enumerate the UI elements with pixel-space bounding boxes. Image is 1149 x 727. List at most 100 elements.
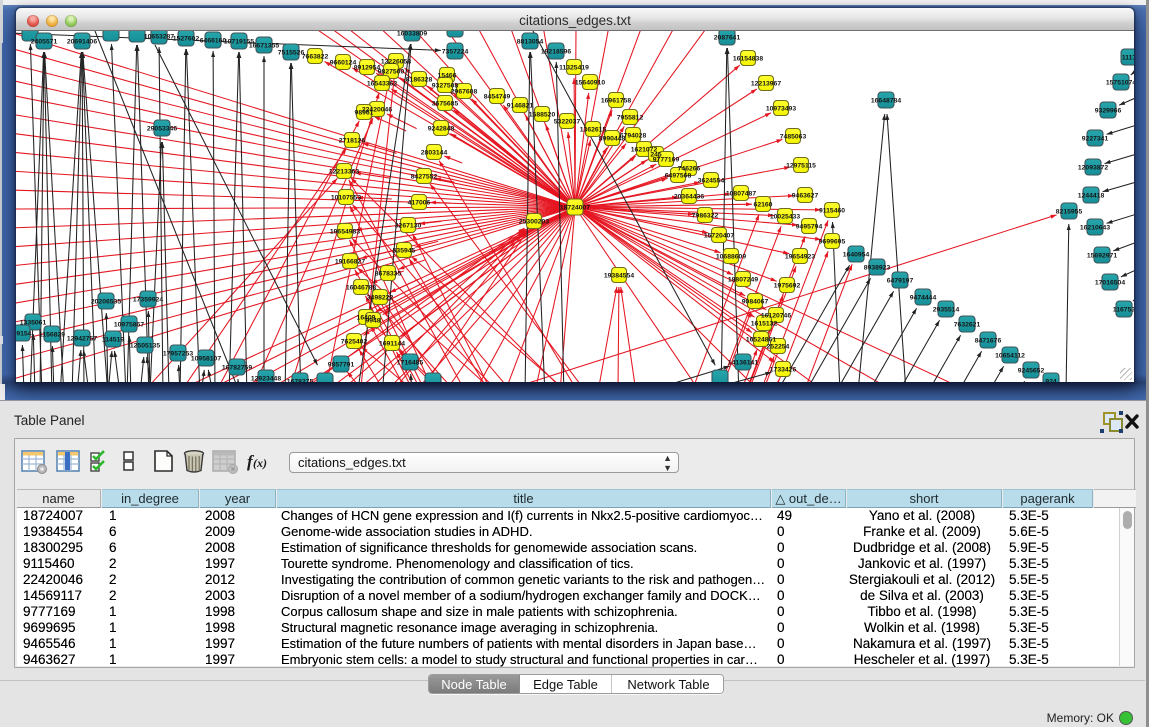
svg-text:9948: 9948 <box>365 317 380 324</box>
svg-text:16524861: 16524861 <box>746 336 776 343</box>
svg-text:10107553: 10107553 <box>331 194 361 201</box>
svg-text:535945: 535945 <box>393 247 416 254</box>
svg-text:8813054: 8813054 <box>517 38 544 45</box>
svg-text:9115460: 9115460 <box>819 207 845 214</box>
svg-text:19384554: 19384554 <box>604 272 634 279</box>
svg-text:2087641: 2087641 <box>714 34 741 41</box>
svg-text:7986322: 7986322 <box>692 212 719 219</box>
svg-text:11325419: 11325419 <box>559 64 589 71</box>
svg-text:15640910: 15640910 <box>575 79 605 86</box>
svg-text:8678335: 8678335 <box>375 270 402 277</box>
svg-text:12505135: 12505135 <box>130 342 160 349</box>
svg-text:16210643: 16210643 <box>1080 224 1110 231</box>
svg-text:1691144: 1691144 <box>379 340 405 347</box>
svg-text:417006: 417006 <box>408 199 431 206</box>
svg-text:1615132: 1615132 <box>751 320 778 327</box>
svg-text:3675685: 3675685 <box>432 100 459 107</box>
svg-text:14136141: 14136141 <box>728 359 758 366</box>
svg-text:6466160: 6466160 <box>200 37 227 44</box>
svg-text:10975867: 10975867 <box>114 321 144 328</box>
svg-text:116753: 116753 <box>1113 306 1134 313</box>
svg-text:9827500: 9827500 <box>378 68 405 75</box>
svg-text:924: 924 <box>1045 378 1057 382</box>
svg-text:17016504: 17016504 <box>1095 279 1125 286</box>
svg-text:7625402: 7625402 <box>341 338 368 345</box>
svg-text:62160: 62160 <box>754 201 773 208</box>
svg-text:16154838: 16154838 <box>733 55 763 62</box>
svg-text:8471676: 8471676 <box>975 337 1002 344</box>
svg-text:19166827: 19166827 <box>335 258 365 265</box>
svg-text:3498222: 3498222 <box>367 294 394 301</box>
svg-text:9084067: 9084067 <box>742 298 769 305</box>
svg-text:6794028: 6794028 <box>620 132 647 139</box>
svg-text:16961758: 16961758 <box>601 97 631 104</box>
svg-text:1335061: 1335061 <box>20 319 47 326</box>
svg-text:16033809: 16033809 <box>397 31 427 37</box>
svg-text:9146821: 9146821 <box>507 102 534 109</box>
svg-text:1975692: 1975692 <box>774 282 801 289</box>
svg-text:9245652: 9245652 <box>1018 367 1045 374</box>
svg-text:12093872: 12093872 <box>1078 164 1108 171</box>
svg-text:1678275: 1678275 <box>287 378 314 382</box>
svg-text:9227341: 9227341 <box>1082 135 1109 142</box>
svg-text:9242848: 9242848 <box>428 125 455 132</box>
svg-text:9777169: 9777169 <box>653 156 680 163</box>
svg-text:7485063: 7485063 <box>780 133 807 140</box>
svg-text:8454749: 8454749 <box>484 93 511 100</box>
svg-text:9495794: 9495794 <box>796 223 823 230</box>
svg-text:16046788: 16046788 <box>346 284 376 291</box>
svg-text:29053346: 29053346 <box>147 125 177 132</box>
svg-text:19218596: 19218596 <box>541 48 571 55</box>
svg-text:8427552: 8427552 <box>411 173 438 180</box>
svg-text:12213363: 12213363 <box>329 168 359 175</box>
svg-text:7515526: 7515526 <box>278 49 305 56</box>
svg-text:13226058: 13226058 <box>381 58 411 65</box>
svg-text:15692971: 15692971 <box>1087 252 1117 259</box>
svg-text:18724007: 18724007 <box>560 204 590 211</box>
svg-text:16671355: 16671355 <box>249 42 279 49</box>
svg-text:15720407: 15720407 <box>704 232 734 239</box>
svg-text:1716485: 1716485 <box>397 359 424 366</box>
svg-text:5322037: 5322037 <box>554 118 581 125</box>
svg-text:1156829: 1156829 <box>39 331 65 338</box>
svg-text:16782759: 16782759 <box>222 364 252 371</box>
svg-text:2967608: 2967608 <box>451 88 478 95</box>
svg-text:12942757: 12942757 <box>67 335 97 342</box>
svg-text:7357224: 7357224 <box>442 48 469 55</box>
svg-text:15466: 15466 <box>438 72 457 79</box>
svg-text:16648784: 16648784 <box>871 97 901 104</box>
svg-text:10973493: 10973493 <box>766 105 796 112</box>
svg-text:9463627: 9463627 <box>792 192 819 199</box>
svg-text:1117: 1117 <box>1122 54 1134 61</box>
svg-text:9699695: 9699695 <box>819 238 846 245</box>
svg-text:9474444: 9474444 <box>910 294 937 301</box>
svg-text:114519: 114519 <box>102 336 125 343</box>
svg-text:20691406: 20691406 <box>67 38 97 45</box>
svg-text:8215955: 8215955 <box>1056 208 1083 215</box>
svg-text:10025433: 10025433 <box>770 213 800 220</box>
svg-text:17359924: 17359924 <box>133 296 163 303</box>
svg-text:2405571: 2405571 <box>31 38 58 45</box>
svg-text:19654923: 19654923 <box>785 253 815 260</box>
svg-text:10688609: 10688609 <box>716 253 746 260</box>
svg-text:7663822: 7663822 <box>302 53 329 60</box>
svg-text:2718126: 2718126 <box>339 137 366 144</box>
svg-text:17957253: 17957253 <box>163 350 193 357</box>
svg-text:10653287: 10653287 <box>144 33 174 40</box>
svg-text:6497568: 6497568 <box>665 172 692 179</box>
svg-text:1640954: 1640954 <box>843 251 870 258</box>
svg-text:1588520: 1588520 <box>529 111 556 118</box>
svg-text:8912954: 8912954 <box>354 64 381 71</box>
svg-text:2803144: 2803144 <box>421 149 448 156</box>
svg-text:19654983: 19654983 <box>330 228 360 235</box>
svg-text:3267130: 3267130 <box>395 222 422 229</box>
svg-text:12213967: 12213967 <box>751 80 781 87</box>
svg-text:39154: 39154 <box>16 330 32 337</box>
svg-text:1733426: 1733426 <box>770 366 797 373</box>
svg-text:252254: 252254 <box>767 343 790 350</box>
svg-text:746266: 746266 <box>678 165 701 172</box>
svg-text:9660124: 9660124 <box>330 59 357 66</box>
svg-text:(x): (x) <box>253 456 267 470</box>
svg-text:1362615: 1362615 <box>580 126 607 133</box>
svg-text:20206535: 20206535 <box>91 298 121 305</box>
